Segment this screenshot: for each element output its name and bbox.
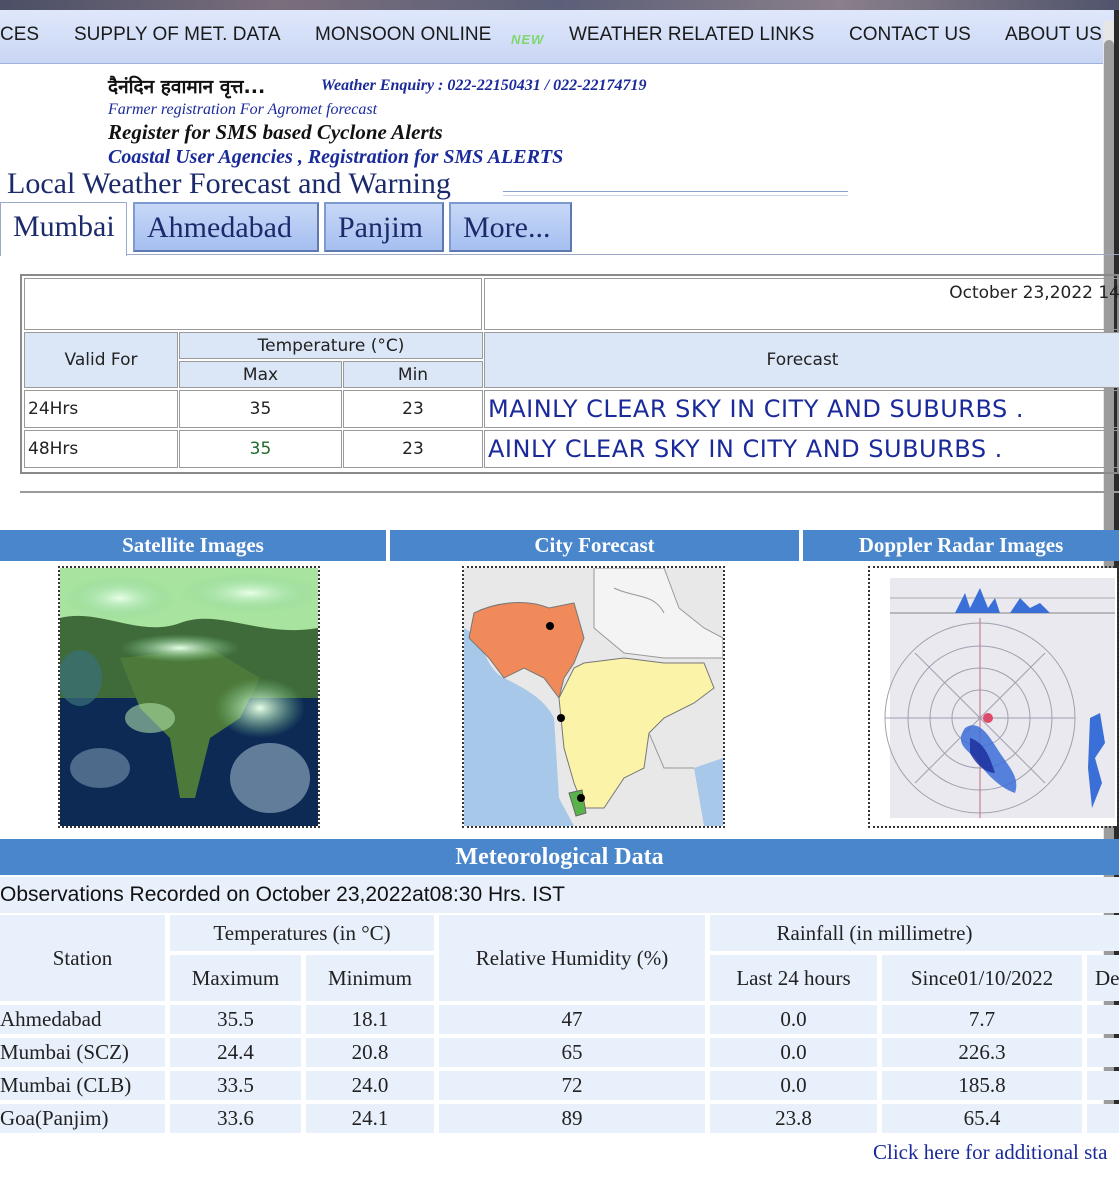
meteo-cell-last24: 0.0 (710, 1005, 877, 1034)
temperature-header: Temperature (°C) (179, 332, 483, 359)
forecast-date: October 23,2022 14 (484, 278, 1119, 330)
row-24hrs-min: 23 (343, 390, 483, 428)
station-header: Station (0, 915, 165, 1001)
meteo-cell-min: 24.1 (306, 1104, 434, 1133)
tab-ahmedabad[interactable]: Ahmedabad (133, 202, 319, 252)
maximum-header: Maximum (170, 955, 301, 1001)
nav-item-weather-links[interactable]: WEATHER RELATED LINKS (569, 24, 814, 46)
meteo-cell-last24: 0.0 (710, 1038, 877, 1067)
row-48hrs-forecast: AINLY CLEAR SKY IN CITY AND SUBURBS . (484, 430, 1119, 468)
nav-item-services[interactable]: CES (0, 24, 39, 46)
meteo-cell-station: Mumbai (CLB) (0, 1071, 165, 1100)
meteo-cell-station: Mumbai (SCZ) (0, 1038, 165, 1067)
table-blank-cell (24, 278, 482, 330)
meteo-cell-since: 185.8 (882, 1071, 1082, 1100)
minimum-header: Minimum (306, 955, 434, 1001)
hindi-daily-weather-link[interactable]: दैनंदिन हवामान वृत्त... (108, 73, 265, 99)
meteo-cell-dep (1087, 1104, 1119, 1133)
additional-stations-link[interactable]: Click here for additional sta (873, 1140, 1107, 1165)
tab-panjim[interactable]: Panjim (324, 202, 444, 252)
meteo-cell-last24: 0.0 (710, 1071, 877, 1100)
meteo-cell-rh: 47 (439, 1005, 705, 1034)
city-forecast-header[interactable]: City Forecast (390, 530, 799, 561)
city-forecast-map-graphic (464, 568, 723, 826)
satellite-images-header[interactable]: Satellite Images (0, 530, 386, 561)
meteo-cell-max: 33.5 (170, 1071, 301, 1100)
forecast-table: October 23,2022 14 Valid For Temperature… (20, 274, 1119, 474)
satellite-image-graphic (60, 568, 318, 826)
meteo-cell-since: 65.4 (882, 1104, 1082, 1133)
section-divider (20, 491, 1119, 493)
city-forecast-map[interactable] (462, 566, 725, 828)
min-header: Min (343, 361, 483, 388)
nav-item-contact-us[interactable]: CONTACT US (849, 24, 971, 46)
row-24hrs-max: 35 (179, 390, 342, 428)
meteo-cell-since: 7.7 (882, 1005, 1082, 1034)
meteo-cell-station: Ahmedabad (0, 1005, 165, 1034)
meteo-cell-last24: 23.8 (710, 1104, 877, 1133)
meteo-cell-max: 24.4 (170, 1038, 301, 1067)
meteorological-data-header: Meteorological Data (0, 839, 1119, 875)
satellite-image[interactable] (58, 566, 320, 828)
tab-mumbai[interactable]: Mumbai (0, 202, 127, 256)
top-banner-strip (0, 0, 1119, 10)
meteo-cell-rh: 72 (439, 1071, 705, 1100)
row-48hrs-valid: 48Hrs (24, 430, 178, 468)
meteo-cell-min: 24.0 (306, 1071, 434, 1100)
nav-item-supply-met-data[interactable]: SUPPLY OF MET. DATA (74, 24, 281, 46)
meteo-cell-rh: 65 (439, 1038, 705, 1067)
top-nav-bar: CES SUPPLY OF MET. DATA MONSOON ONLINE N… (0, 10, 1119, 64)
weather-enquiry-text: Weather Enquiry : 022-22150431 / 022-221… (321, 77, 647, 94)
departure-header: De (1087, 955, 1119, 1001)
coastal-registration-link[interactable]: Coastal User Agencies , Registration for… (108, 146, 563, 169)
meteo-cell-max: 35.5 (170, 1005, 301, 1034)
meteo-cell-min: 20.8 (306, 1038, 434, 1067)
doppler-radar-image[interactable] (868, 566, 1119, 828)
observation-timestamp: Observations Recorded on October 23,2022… (0, 877, 1119, 913)
nav-item-about-us[interactable]: ABOUT US (1005, 24, 1102, 46)
doppler-radar-graphic (870, 568, 1117, 826)
row-24hrs-valid: 24Hrs (24, 390, 178, 428)
section-title: Local Weather Forecast and Warning (7, 167, 451, 200)
tab-baseline (127, 254, 1119, 255)
meteo-cell-max: 33.6 (170, 1104, 301, 1133)
meteo-cell-station: Goa(Panjim) (0, 1104, 165, 1133)
sms-cyclone-alert-link[interactable]: Register for SMS based Cyclone Alerts (108, 120, 443, 145)
humidity-header: Relative Humidity (%) (439, 915, 705, 1001)
row-48hrs-min: 23 (343, 430, 483, 468)
meteo-cell-dep (1087, 1071, 1119, 1100)
doppler-radar-header[interactable]: Doppler Radar Images (803, 530, 1119, 561)
meteo-cell-dep (1087, 1038, 1119, 1067)
row-48hrs-max: 35 (179, 430, 342, 468)
forecast-header: Forecast (484, 332, 1119, 388)
meteo-cell-min: 18.1 (306, 1005, 434, 1034)
last24-header: Last 24 hours (710, 955, 877, 1001)
tab-more[interactable]: More... (449, 202, 572, 252)
max-header: Max (179, 361, 342, 388)
forecast-date-text: October 23,2022 14 (949, 283, 1119, 303)
since-header: Since01/10/2022 (882, 955, 1082, 1001)
title-divider (503, 191, 848, 196)
valid-for-header: Valid For (24, 332, 178, 388)
meteo-cell-dep (1087, 1005, 1119, 1034)
farmer-registration-link[interactable]: Farmer registration For Agromet forecast (108, 101, 377, 119)
rainfall-header: Rainfall (in millimetre) (710, 915, 1119, 951)
meteo-cell-rh: 89 (439, 1104, 705, 1133)
nav-item-monsoon-online[interactable]: MONSOON ONLINE (315, 24, 491, 46)
row-24hrs-forecast: MAINLY CLEAR SKY IN CITY AND SUBURBS . (484, 390, 1119, 428)
meteo-cell-since: 226.3 (882, 1038, 1082, 1067)
new-badge-icon: NEW (511, 32, 545, 47)
temperatures-header: Temperatures (in °C) (170, 915, 434, 951)
